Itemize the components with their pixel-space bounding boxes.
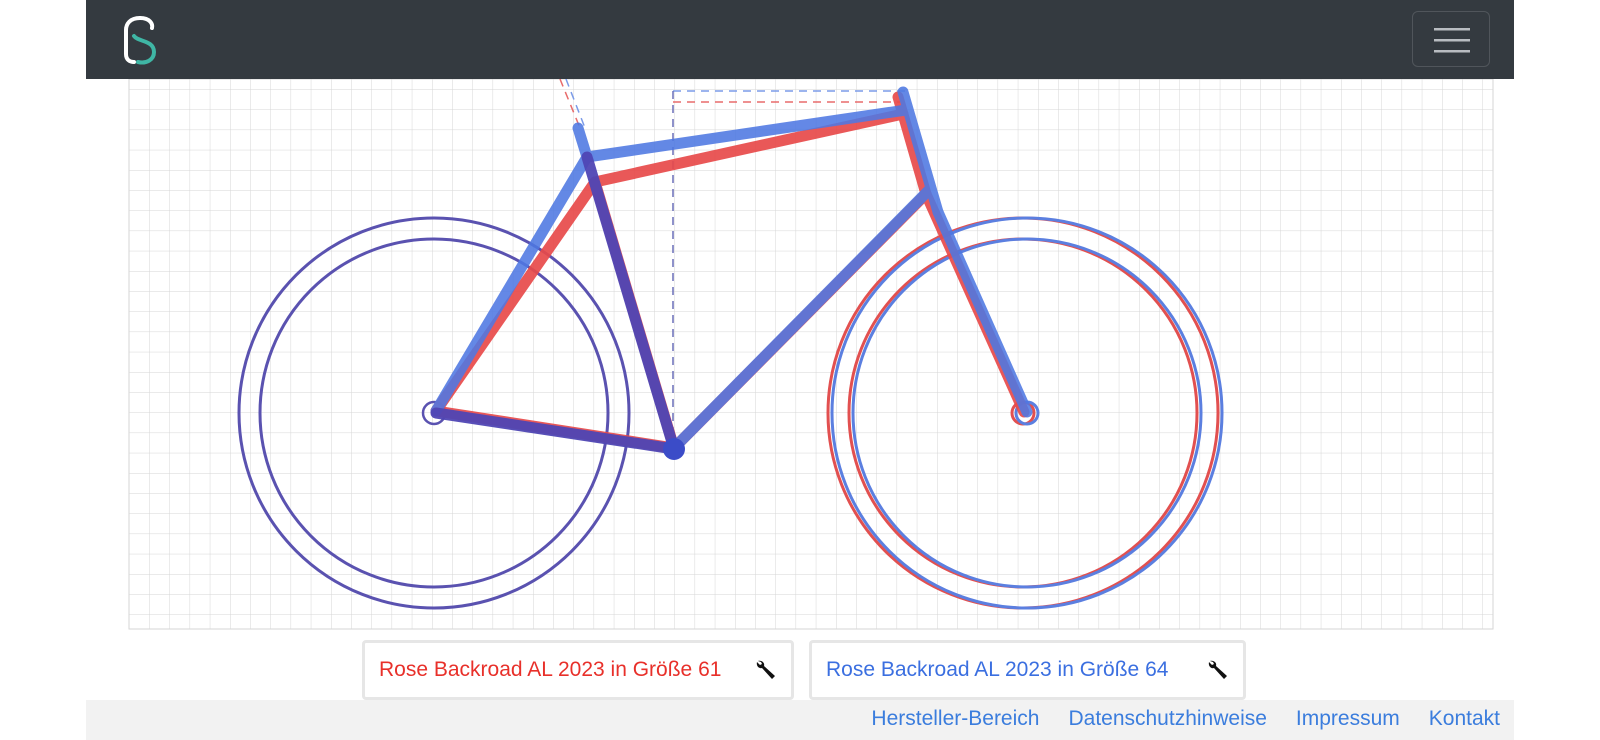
bike-label-size-61: Rose Backroad AL 2023 in Größe 61 — [379, 658, 722, 681]
bottom-bracket — [663, 438, 685, 460]
hamburger-icon — [1434, 28, 1470, 53]
bike-button-size-61[interactable]: Rose Backroad AL 2023 in Größe 61 — [362, 640, 794, 700]
footer-link-impressum[interactable]: Impressum — [1296, 704, 1400, 734]
menu-toggle-button[interactable] — [1412, 11, 1490, 67]
footer-links: Hersteller-Bereich Datenschutzhinweise I… — [871, 704, 1500, 734]
wrench-icon[interactable] — [1207, 659, 1229, 681]
grid-background — [128, 79, 1494, 630]
bike-geometry-canvas — [128, 79, 1494, 630]
wrench-icon[interactable] — [755, 659, 777, 681]
footer-link-hersteller[interactable]: Hersteller-Bereich — [871, 704, 1039, 734]
footer-link-datenschutz[interactable]: Datenschutzhinweise — [1068, 704, 1266, 734]
bike-button-size-64[interactable]: Rose Backroad AL 2023 in Größe 64 — [809, 640, 1246, 700]
top-navbar — [86, 0, 1514, 79]
footer: Hersteller-Bereich Datenschutzhinweise I… — [86, 700, 1514, 740]
bike-label-size-64: Rose Backroad AL 2023 in Größe 64 — [826, 658, 1169, 681]
brand-logo-icon[interactable] — [120, 14, 160, 66]
footer-link-kontakt[interactable]: Kontakt — [1429, 704, 1500, 734]
